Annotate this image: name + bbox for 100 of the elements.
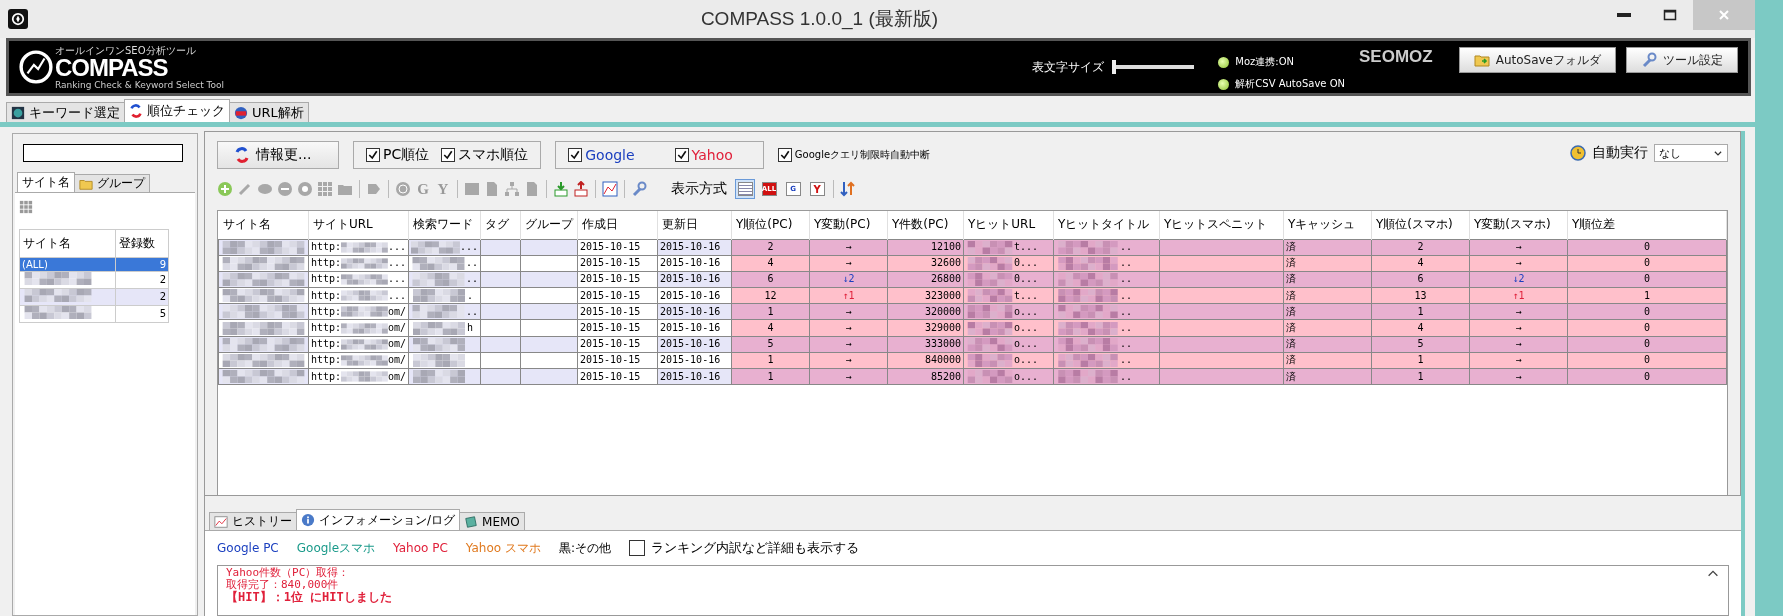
sort-icon[interactable] [840,181,856,197]
tab[interactable]: サイト名 [17,172,75,192]
chart-icon[interactable] [602,181,618,197]
redaction-mosaic [341,370,388,384]
info-icon [301,513,315,527]
update-button[interactable]: 情報更... [217,141,339,169]
table-cell: 2015-10-16 [657,239,732,256]
column-header[interactable]: Y順位(スマホ) [1371,211,1470,239]
column-header[interactable]: サイト名 [19,229,116,258]
yahoo-view-button[interactable]: Y [807,179,827,199]
redaction-mosaic [341,321,388,335]
change-indicator: → [1515,338,1522,350]
change-indicator: → [845,257,852,269]
table-cell[interactable] [19,271,116,289]
redaction-mosaic [341,256,388,270]
column-header[interactable]: YヒットURL [963,211,1054,239]
cell-text: 0... [1014,257,1039,270]
check-icon [569,149,582,161]
table-cell[interactable] [19,305,116,323]
tab[interactable]: ヒストリー [209,512,297,530]
circle-icon[interactable] [395,181,411,197]
tab[interactable]: MEMO [459,512,525,530]
cell-text: .. [1120,273,1133,286]
legend-item: Yahoo スマホ [465,539,541,557]
column-header[interactable]: グループ [520,211,578,239]
tab[interactable]: グループ [74,174,150,192]
auto-run-label: 自動実行 [1592,144,1648,162]
document-icon[interactable] [484,181,500,197]
pencil-icon[interactable] [237,181,253,197]
column-header[interactable]: Y順位(PC) [731,211,810,239]
tab[interactable]: 順位チェック [124,99,230,122]
upload-icon[interactable] [573,181,589,197]
change-indicator: → [845,370,852,382]
settings-button[interactable]: ツール設定 [1626,47,1738,73]
search-field[interactable] [23,144,183,162]
table-cell[interactable]: 5 [115,305,169,323]
column-header[interactable]: 作成日 [577,211,658,239]
checkbox-label: ランキング内訳など詳細も表示する [651,539,859,557]
column-header[interactable]: Y変動(PC) [809,211,888,239]
wrench-icon[interactable] [631,181,647,197]
column-header[interactable]: 更新日 [657,211,732,239]
tab[interactable]: URL解析 [229,102,309,122]
minus-icon[interactable] [277,181,293,197]
check-icon [778,149,791,161]
column-header[interactable]: Y件数(PC) [887,211,964,239]
column-header[interactable]: Yヒットタイトル [1053,211,1160,239]
auto-run-dropdown[interactable]: なし [1654,144,1728,162]
column-header[interactable]: サイトURL [308,211,409,239]
checkbox-label: PC順位 [383,146,430,164]
tab[interactable]: インフォメーション/ログ [296,509,461,530]
grid-icon[interactable] [317,181,333,197]
column-header[interactable]: Y順位差 [1567,211,1727,239]
checkbox[interactable] [568,148,583,162]
slider-thumb[interactable] [1112,60,1117,74]
column-header[interactable]: Yキャッシュ [1283,211,1372,239]
cell-text: http: [311,241,342,254]
checkbox[interactable] [441,148,456,162]
cell-text: .. [1120,370,1133,383]
speech-bubble-icon[interactable] [257,181,273,197]
column-header[interactable]: Yヒットスペニット [1159,211,1284,239]
cell-text: ... [387,289,406,302]
checkbox[interactable] [629,540,645,556]
checkbox[interactable] [777,148,792,162]
checkbox-label: スマホ順位 [458,146,529,164]
image-icon[interactable] [464,181,480,197]
maximize-icon [1662,7,1678,23]
redaction-mosaic [1056,321,1120,335]
cell-text: http: [311,289,342,302]
add-icon[interactable] [217,181,233,197]
change-indicator: ↓2 [842,273,855,285]
column-header[interactable]: 検索ワード [408,211,481,239]
document-icon[interactable] [524,181,540,197]
column-header[interactable]: サイト名 [218,211,309,239]
column-header[interactable]: 登録数 [115,229,169,258]
check-icon [367,149,379,161]
font-size-label: 表文字サイズ [1032,58,1105,76]
list-view-button[interactable] [735,179,755,199]
legend-item: Googleスマホ [296,539,376,557]
checkbox[interactable] [674,148,689,162]
refresh-icon [234,147,250,163]
grid-icon[interactable] [19,200,33,214]
download-icon[interactable] [553,181,569,197]
column-header[interactable]: タグ [480,211,521,239]
status-text: Moz連携:ON [1235,55,1295,69]
cell-text: .. [465,257,478,270]
cell-text: ... [459,241,478,254]
table-cell: 2015-10-15 [577,239,658,256]
network-icon[interactable] [504,181,520,197]
autosave-folder-button[interactable]: AutoSaveフォルダ [1458,47,1616,73]
tag-icon[interactable] [366,181,382,197]
table-cell[interactable]: 2 [115,271,169,289]
change-indicator: ↑1 [1512,289,1525,301]
table-cell [520,239,578,256]
column-header[interactable]: Y変動(スマホ) [1469,211,1568,239]
circle-icon[interactable] [297,181,313,197]
url-icon [234,105,248,120]
checkbox[interactable] [366,148,380,162]
display-mode-label: 表示方式 [671,180,727,198]
tab[interactable]: キーワード選定 [6,102,125,122]
cell-text: o... [1014,370,1039,383]
